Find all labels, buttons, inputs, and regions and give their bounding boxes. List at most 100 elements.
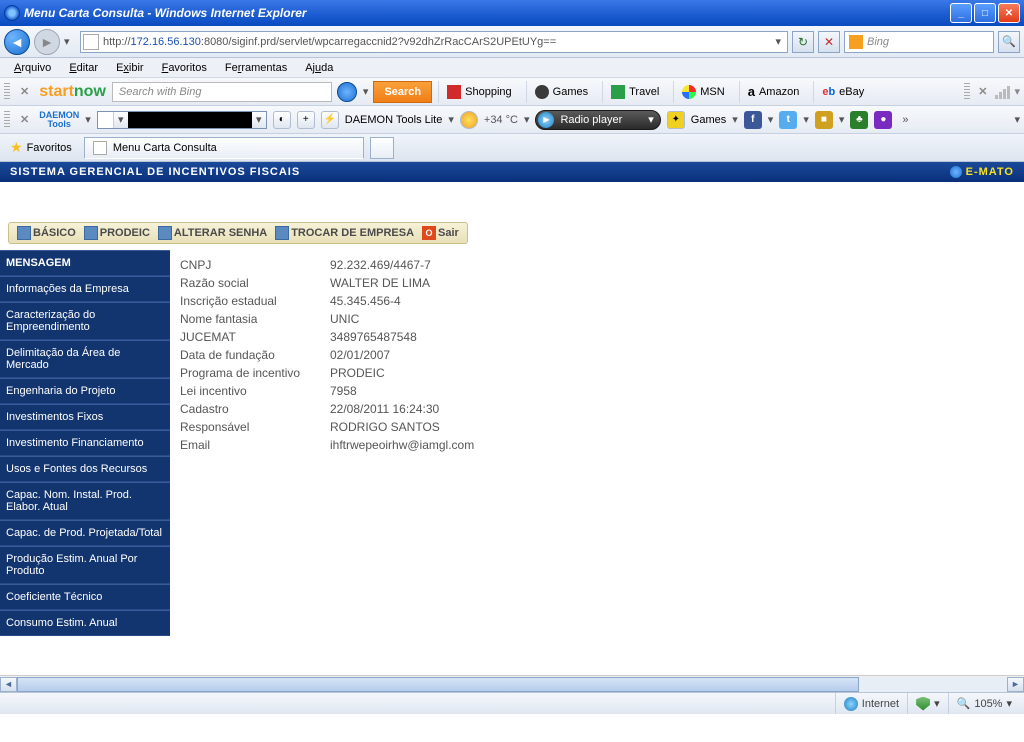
daemon-more-dropdown[interactable]: ▾: [1014, 113, 1020, 126]
daemon-search-combo[interactable]: ▾ ▾: [97, 111, 267, 129]
close-button[interactable]: ✕: [998, 3, 1020, 23]
stop-button[interactable]: ✕: [818, 31, 840, 53]
daemon-brand-dropdown[interactable]: ▾: [85, 113, 91, 126]
zoom-dropdown[interactable]: ▾: [1006, 697, 1012, 710]
sidebar-item-usos-fontes[interactable]: Usos e Fontes dos Recursos: [0, 456, 170, 482]
action-basico[interactable]: BÁSICO: [13, 226, 80, 240]
sidebar-item-investimento-financiamento[interactable]: Investimento Financiamento: [0, 430, 170, 456]
sidebar-item-engenharia[interactable]: Engenharia do Projeto: [0, 378, 170, 404]
addr-dropdown-icon[interactable]: ▾: [771, 35, 785, 48]
sidebar-item-coeficiente[interactable]: Coeficiente Técnico: [0, 584, 170, 610]
action-prodeic[interactable]: PRODEIC: [80, 226, 154, 240]
action-trocar-empresa[interactable]: TROCAR DE EMPRESA: [271, 226, 418, 240]
menu-bar: AArquivorquivo Editar Exibir Favoritos F…: [0, 58, 1024, 78]
social-icon-1[interactable]: ■: [815, 111, 833, 129]
link-travel[interactable]: Travel: [602, 81, 667, 103]
weather-dropdown[interactable]: ▾: [524, 113, 530, 126]
toolbar-grip[interactable]: [4, 83, 10, 101]
protected-dropdown[interactable]: ▾: [934, 697, 940, 710]
daemon-games-icon[interactable]: ✦: [667, 111, 685, 129]
sidebar-item-capac-nom[interactable]: Capac. Nom. Instal. Prod. Elabor. Atual: [0, 482, 170, 520]
toolbar-more[interactable]: ▾: [1014, 85, 1020, 98]
startnow-search-button[interactable]: Search: [373, 81, 432, 103]
startnow-search-input[interactable]: Search with Bing: [112, 82, 332, 102]
play-icon[interactable]: ▶: [538, 112, 554, 128]
favorites-button[interactable]: ★ Favoritos: [4, 137, 78, 158]
daemon-lite-dropdown[interactable]: ▾: [448, 113, 454, 126]
action-sair[interactable]: OSair: [418, 226, 463, 240]
maximize-button[interactable]: □: [974, 3, 996, 23]
menu-arquivo[interactable]: AArquivorquivo: [6, 60, 59, 76]
daemon-grip[interactable]: [4, 111, 10, 129]
menu-editar[interactable]: Editar: [61, 60, 106, 76]
signal-icon: [995, 85, 1010, 99]
link-shopping[interactable]: Shopping: [438, 81, 520, 103]
scroll-thumb[interactable]: [17, 677, 859, 692]
sidebar-item-producao-estim[interactable]: Produção Estim. Anual Por Produto: [0, 546, 170, 584]
menu-favoritos[interactable]: Favoritos: [154, 60, 215, 76]
value-jucemat: 3489765487548: [330, 328, 484, 346]
link-games[interactable]: Games: [526, 81, 596, 103]
toolbar-close[interactable]: ✕: [16, 85, 33, 98]
label-razao: Razão social: [180, 274, 330, 292]
daemon-close[interactable]: ✕: [16, 113, 33, 126]
scroll-right-arrow[interactable]: ►: [1007, 677, 1024, 692]
scroll-track[interactable]: [17, 677, 1007, 692]
sidebar-item-consumo-estim[interactable]: Consumo Estim. Anual: [0, 610, 170, 636]
toolbar-close-right[interactable]: ✕: [974, 85, 991, 98]
forward-button[interactable]: ►: [34, 29, 60, 55]
sidebar-item-info-empresa[interactable]: Informações da Empresa: [0, 276, 170, 302]
status-zone[interactable]: Internet: [835, 693, 907, 714]
radio-player[interactable]: ▶ Radio player ▾: [535, 110, 660, 130]
scroll-left-arrow[interactable]: ◄: [0, 677, 17, 692]
ie-icon: [4, 5, 20, 21]
link-amazon[interactable]: aAmazon: [739, 81, 808, 103]
back-button[interactable]: ◄: [4, 29, 30, 55]
weather-temp[interactable]: +34 °C: [484, 114, 518, 126]
search-go-button[interactable]: 🔍: [998, 31, 1020, 53]
menu-exibir[interactable]: Exibir: [108, 60, 152, 76]
globe-icon[interactable]: [337, 82, 357, 102]
daemon-overflow[interactable]: »: [902, 114, 908, 126]
status-protected-mode[interactable]: ▾: [907, 693, 948, 714]
facebook-icon[interactable]: f: [744, 111, 762, 129]
daemon-lite-label[interactable]: DAEMON Tools Lite: [345, 114, 443, 126]
twitter-icon[interactable]: t: [779, 111, 797, 129]
daemon-lite-icon[interactable]: ⚡: [321, 111, 339, 129]
link-msn[interactable]: MSN: [673, 81, 732, 103]
daemon-games-label[interactable]: Games: [691, 114, 726, 126]
social-icon-2[interactable]: ♣: [850, 111, 868, 129]
sidebar-item-caracterizacao[interactable]: Caracterização do Empreendimento: [0, 302, 170, 340]
daemon-brand: DAEMONTools: [39, 111, 79, 129]
daemon-btn-1[interactable]: ◐: [273, 111, 291, 129]
label-fundacao: Data de fundação: [180, 346, 330, 364]
address-bar[interactable]: http://172.16.56.130:8080/siginf.prd/ser…: [80, 31, 788, 53]
social-icon-3[interactable]: ●: [874, 111, 892, 129]
minimize-button[interactable]: _: [950, 3, 972, 23]
menu-ferramentas[interactable]: Ferramentas: [217, 60, 295, 76]
daemon-games-dropdown[interactable]: ▾: [732, 113, 738, 126]
weather-icon[interactable]: [460, 111, 478, 129]
status-zoom[interactable]: 🔍 105% ▾: [948, 693, 1020, 714]
action-alterar-senha[interactable]: ALTERAR SENHA: [154, 226, 271, 240]
sidebar-item-mensagem[interactable]: MENSAGEM: [0, 250, 170, 276]
sidebar-item-capac-prod[interactable]: Capac. de Prod. Projetada/Total: [0, 520, 170, 546]
toolbar-grip-right[interactable]: [964, 83, 970, 101]
horizontal-scrollbar[interactable]: ◄ ►: [0, 675, 1024, 692]
new-tab-button[interactable]: [370, 137, 394, 159]
zone-label: Internet: [862, 698, 899, 710]
sidebar-item-investimentos-fixos[interactable]: Investimentos Fixos: [0, 404, 170, 430]
search-engine-label: Bing: [867, 36, 889, 48]
label-inscricao: Inscrição estadual: [180, 292, 330, 310]
link-ebay[interactable]: ebeBay: [813, 81, 872, 103]
browser-search-box[interactable]: Bing: [844, 31, 994, 53]
browser-tab[interactable]: Menu Carta Consulta: [84, 137, 364, 159]
ebay-icon: eb: [822, 86, 835, 98]
refresh-button[interactable]: ↻: [792, 31, 814, 53]
daemon-btn-2[interactable]: +: [297, 111, 315, 129]
search-provider-dropdown[interactable]: ▾: [363, 85, 369, 98]
status-bar: Internet ▾ 🔍 105% ▾: [0, 692, 1024, 714]
nav-history-dropdown[interactable]: ▾: [64, 35, 76, 48]
menu-ajuda[interactable]: Ajuda: [297, 60, 341, 76]
sidebar-item-delimitacao[interactable]: Delimitação da Área de Mercado: [0, 340, 170, 378]
